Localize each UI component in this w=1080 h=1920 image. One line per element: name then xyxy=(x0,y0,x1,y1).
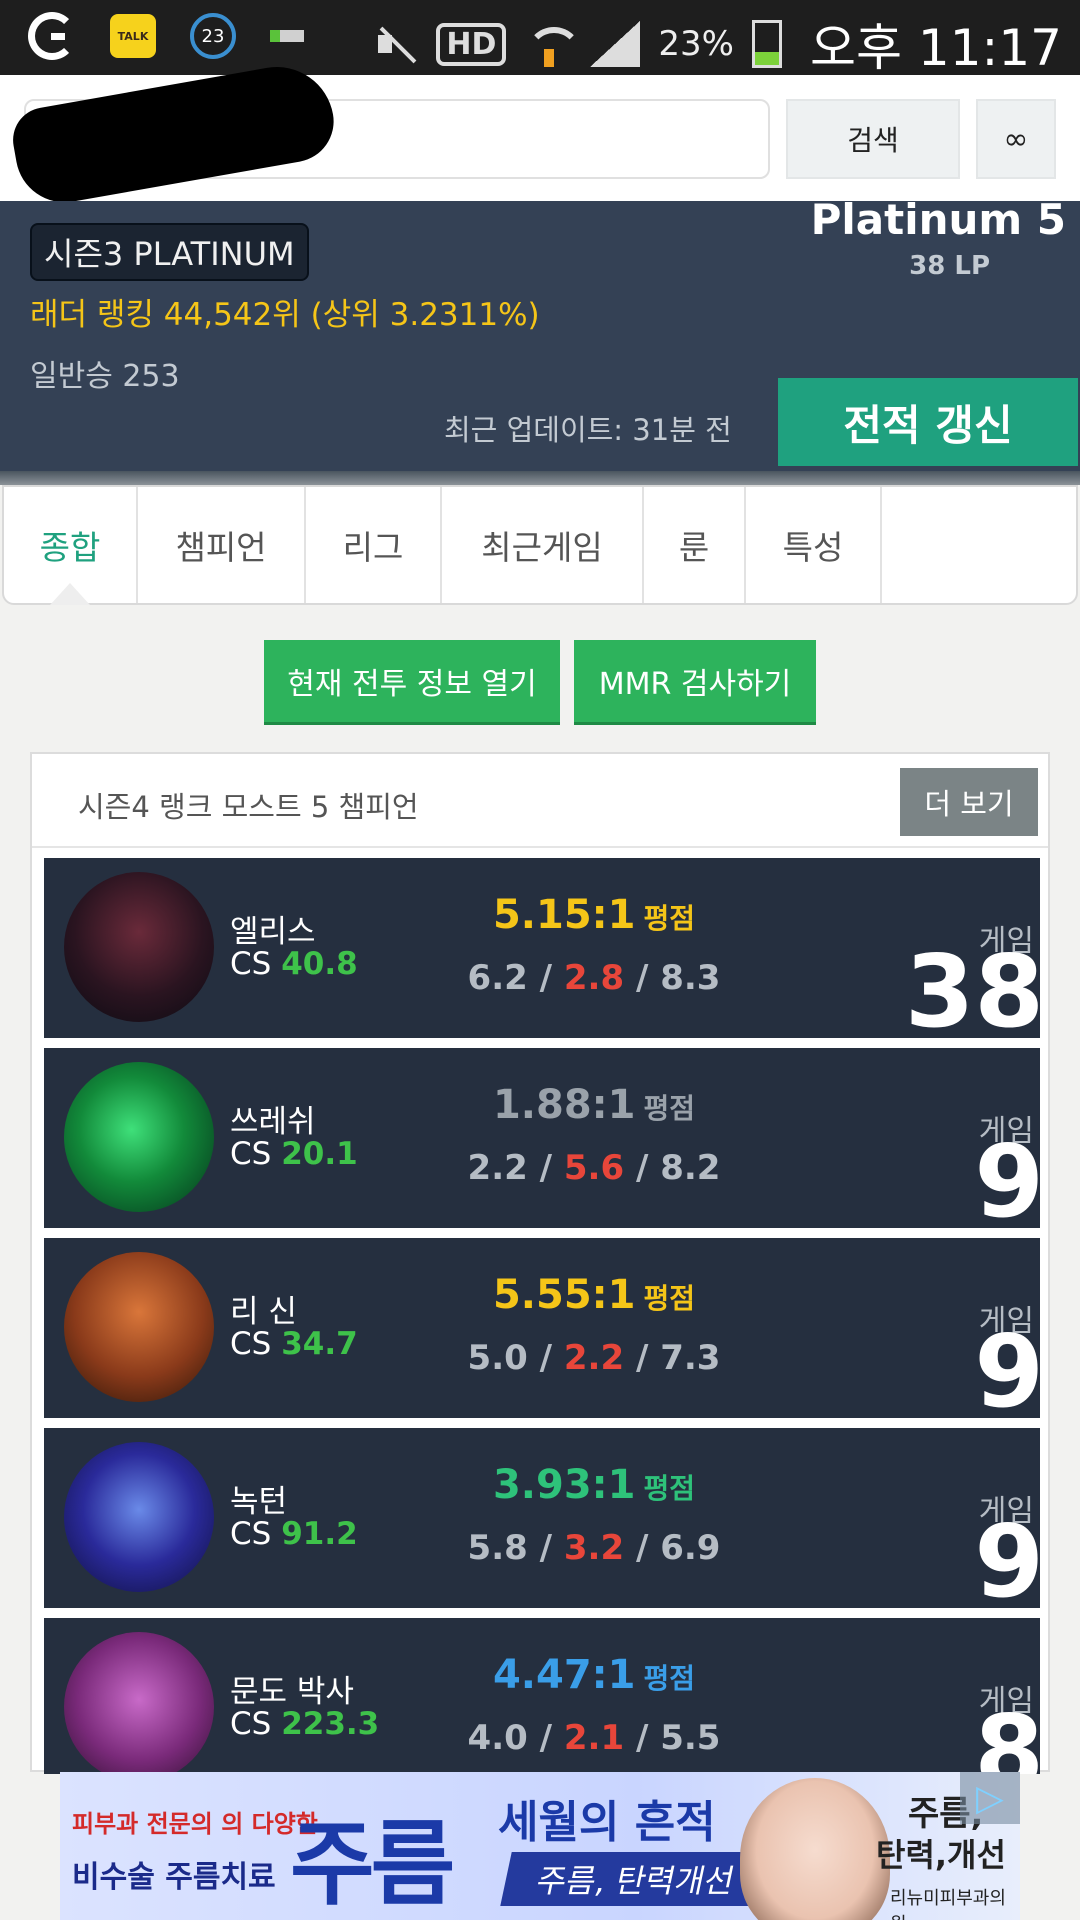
wifi-icon xyxy=(524,21,583,67)
champion-row[interactable]: 쓰레쉬 CS 20.1 1.88:1 평점 2.2 / 5.6 / 8.2 게임 … xyxy=(44,1048,1040,1228)
tab-champions[interactable]: 챔피언 xyxy=(138,487,306,603)
notification-count-icon: 23 xyxy=(190,13,236,59)
kakaotalk-icon: TALK xyxy=(110,14,156,58)
profile-header: 시즌3 PLATINUM 래더 랭킹 44,542위 (상위 3.2311%) … xyxy=(0,195,1080,471)
tab-recent-games[interactable]: 최근게임 xyxy=(442,487,644,603)
signal-icon xyxy=(590,21,641,67)
ad-right3: 리뉴미피부과의원 xyxy=(890,1888,1006,1920)
kda-ratio: 3.93:1 평점 xyxy=(492,1462,696,1508)
tab-league[interactable]: 리그 xyxy=(306,487,442,603)
champion-cs: CS 91.2 xyxy=(230,1516,358,1552)
ladder-rank: 래더 랭킹 44,542위 (상위 3.2311%) xyxy=(30,297,540,333)
champion-name: 녹턴 xyxy=(230,1484,288,1520)
ad-choices-icon[interactable]: ▷ xyxy=(960,1772,1020,1824)
infinity-button[interactable]: ∞ xyxy=(976,99,1056,179)
champion-avatar xyxy=(64,1442,214,1592)
kda-ratio: 1.88:1 평점 xyxy=(492,1082,696,1128)
card-header: 시즌4 랭크 모스트 5 챔피언 더 보기 xyxy=(32,754,1048,848)
mmr-check-button[interactable]: MMR 검사하기 xyxy=(574,640,816,722)
champion-cs: CS 20.1 xyxy=(230,1136,358,1172)
kda-stats: 2.2 / 5.6 / 8.2 xyxy=(467,1148,721,1188)
games-count: 9 xyxy=(974,1503,1040,1609)
games-count: 9 xyxy=(974,1313,1040,1419)
champion-name: 리 신 xyxy=(230,1294,297,1330)
champion-avatar xyxy=(64,872,214,1022)
champion-row[interactable]: 녹턴 CS 91.2 3.93:1 평점 5.8 / 3.2 / 6.9 게임 9 xyxy=(44,1428,1040,1608)
kda-ratio: 5.55:1 평점 xyxy=(492,1272,696,1318)
ad-face-image xyxy=(740,1778,890,1920)
champion-cs: CS 34.7 xyxy=(230,1326,358,1362)
tab-summary[interactable]: 종합 xyxy=(4,487,138,605)
mini-battery-icon xyxy=(270,30,304,42)
kda-ratio: 4.47:1 평점 xyxy=(492,1652,696,1698)
season3-badge: 시즌3 PLATINUM xyxy=(30,223,309,281)
tab-masteries[interactable]: 특성 xyxy=(746,487,882,603)
kda-stats: 5.8 / 3.2 / 6.9 xyxy=(467,1528,721,1568)
champion-avatar xyxy=(64,1252,214,1402)
live-game-button[interactable]: 현재 전투 정보 열기 xyxy=(264,640,560,722)
ad-title: 세월의 흔적 xyxy=(498,1797,716,1848)
battery-percent: 23% xyxy=(658,24,734,64)
ad-banner[interactable]: 피부과 전문의 의 다양한 비수술 주름치료 주름 세월의 흔적 주름, 탄력개… xyxy=(60,1772,1020,1920)
tab-bar: 종합 챔피언 리그 최근게임 룬 특성 xyxy=(2,485,1078,605)
ad-line1: 피부과 전문의 의 다양한 xyxy=(72,1810,318,1838)
champion-name: 문도 박사 xyxy=(230,1674,354,1710)
league-points: 38 LP xyxy=(909,251,990,281)
ad-big-text: 주름 xyxy=(290,1811,455,1918)
tab-runes[interactable]: 룬 xyxy=(644,487,746,603)
status-bar: TALK 23 HD 23% 오후 11:17 xyxy=(0,0,1080,77)
search-bar: 검색 ∞ xyxy=(0,57,1080,211)
refresh-record-button[interactable]: 전적 갱신 xyxy=(778,378,1078,466)
champion-name: 쓰레쉬 xyxy=(230,1104,316,1140)
redaction-scribble xyxy=(7,57,341,211)
kda-ratio: 5.15:1 평점 xyxy=(492,892,696,938)
card-title: 시즌4 랭크 모스트 5 챔피언 xyxy=(78,790,419,824)
battery-icon xyxy=(752,20,782,68)
champion-row[interactable]: 리 신 CS 34.7 5.55:1 평점 5.0 / 2.2 / 7.3 게임 … xyxy=(44,1238,1040,1418)
champion-avatar xyxy=(64,1062,214,1212)
more-button[interactable]: 더 보기 xyxy=(900,768,1038,836)
games-count: 8 xyxy=(974,1693,1040,1775)
ad-line2: 비수술 주름치료 xyxy=(72,1860,276,1895)
hd-icon: HD xyxy=(436,22,507,66)
champion-cs: CS 40.8 xyxy=(230,946,358,982)
ad-subtitle: 주름, 탄력개선 xyxy=(500,1852,772,1906)
games-count: 38 xyxy=(904,933,1040,1039)
mute-icon xyxy=(372,21,418,67)
kda-stats: 5.0 / 2.2 / 7.3 xyxy=(467,1338,721,1378)
champion-row[interactable]: 문도 박사 CS 223.3 4.47:1 평점 4.0 / 2.1 / 5.5 … xyxy=(44,1618,1040,1774)
profile-divider xyxy=(0,471,1080,485)
last-update: 최근 업데이트: 31분 전 xyxy=(444,413,732,447)
normal-wins: 일반승 253 xyxy=(30,359,180,394)
champion-row[interactable]: 엘리스 CS 40.8 5.15:1 평점 6.2 / 2.8 / 8.3 게임 … xyxy=(44,858,1040,1038)
search-button[interactable]: 검색 xyxy=(786,99,960,179)
ad-right2: 탄력,개선 xyxy=(876,1836,1006,1874)
app-notification-icon xyxy=(28,12,76,60)
games-count: 9 xyxy=(974,1123,1040,1229)
champion-cs: CS 223.3 xyxy=(230,1706,380,1742)
clock: 오후 11:17 xyxy=(810,19,1062,77)
tier-label: Platinum 5 xyxy=(810,195,1066,244)
kda-stats: 4.0 / 2.1 / 5.5 xyxy=(467,1718,721,1758)
kda-stats: 6.2 / 2.8 / 8.3 xyxy=(467,958,721,998)
champion-avatar xyxy=(64,1632,214,1774)
champion-name: 엘리스 xyxy=(230,914,316,950)
most-champions-card: 시즌4 랭크 모스트 5 챔피언 더 보기 엘리스 CS 40.8 5.15:1… xyxy=(30,752,1050,1774)
